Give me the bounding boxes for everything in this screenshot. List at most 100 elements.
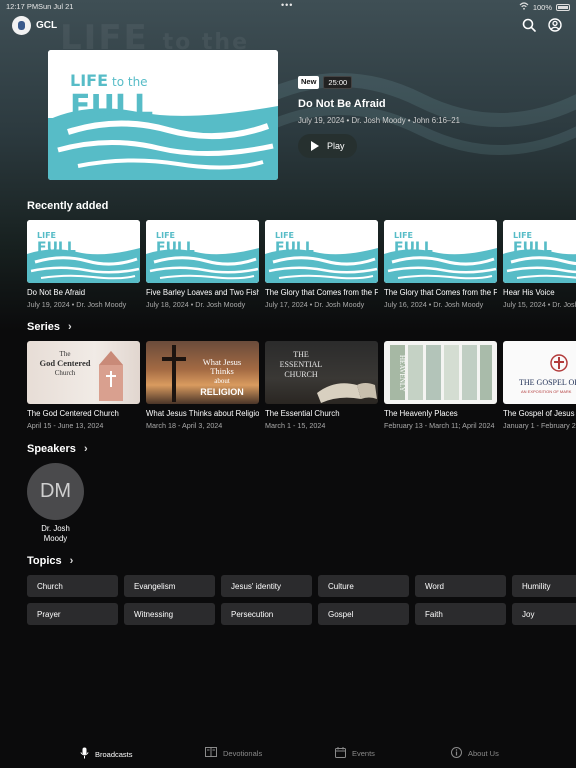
series-card-title: The Essential Church <box>265 409 340 418</box>
play-icon <box>311 141 319 151</box>
app-title: GCL <box>36 20 58 31</box>
series-card-title: What Jesus Thinks about Religion <box>146 409 259 418</box>
tab-label: About Us <box>468 749 499 758</box>
series-card-title: The Gospel of Jesus Christ <box>503 409 576 418</box>
series-card-meta: March 18 - April 3, 2024 <box>146 421 223 430</box>
topic-chip[interactable]: Witnessing <box>124 603 215 625</box>
recently-added-heading: Recently added <box>27 200 108 212</box>
topics-heading[interactable]: Topics › <box>27 555 73 567</box>
recently-added-title: Recently added <box>27 200 109 212</box>
thumb-art-text: LIFE <box>394 231 413 240</box>
hero-art-to-the: to the <box>112 75 148 89</box>
topic-chip[interactable]: Church <box>27 575 118 597</box>
recent-card-meta: July 16, 2024 • Dr. Josh Moody <box>384 300 484 309</box>
hero-art-life: LIFE <box>70 71 108 90</box>
thumb-art-text: FULL <box>394 240 433 256</box>
speakers-heading[interactable]: Speakers › <box>27 443 88 455</box>
tab-broadcasts[interactable]: Broadcasts <box>80 747 133 761</box>
recent-card-title: Hear His Voice <box>503 288 555 297</box>
topics-grid: Church Evangelism Jesus' identity Cultur… <box>27 575 576 631</box>
hero-meta: July 19, 2024 • Dr. Josh Moody • John 6:… <box>298 116 460 125</box>
wifi-icon <box>519 2 529 12</box>
series-title: Series <box>27 321 61 333</box>
topic-chip[interactable]: Word <box>415 575 506 597</box>
tab-about-us[interactable]: About Us <box>451 747 499 760</box>
series-thumbnail: HEAVENLY <box>384 341 497 404</box>
tab-label: Devotionals <box>223 748 263 758</box>
play-label: Play <box>327 141 345 151</box>
recent-thumbnail: LIFE FULL <box>27 220 140 283</box>
status-bar: 12:17 PM Sun Jul 21 ••• 100% <box>0 0 576 12</box>
recent-card[interactable]: LIFE FULL Do Not Be Afraid July 19, 2024 … <box>27 220 140 309</box>
recent-card-title: Five Barley Loaves and Two Fish <box>146 288 259 297</box>
series-art-text: THE <box>293 350 309 359</box>
thumb-art-text: LIFE <box>513 231 532 240</box>
recent-card[interactable]: LIFE FULL Hear His Voice July 15, 2024 • … <box>503 220 576 309</box>
recent-thumbnail: LIFE FULL <box>265 220 378 283</box>
multitasking-dots-icon[interactable]: ••• <box>281 0 293 10</box>
series-card[interactable]: THE GOSPEL OF AN EXPOSITION OF MARK The … <box>503 341 576 430</box>
topic-chip[interactable]: Jesus' identity <box>221 575 312 597</box>
series-card-meta: January 1 - February 2024 <box>503 421 576 430</box>
series-card[interactable]: HEAVENLY The Heavenly Places February 13… <box>384 341 497 430</box>
speakers-title: Speakers <box>27 443 76 455</box>
recent-card-title: The Glory that Comes from the Father <box>384 288 497 297</box>
hero-art-full: FULL <box>70 89 153 124</box>
topic-chip[interactable]: Gospel <box>318 603 409 625</box>
series-thumbnail: What Jesus Thinks about RELIGION <box>146 341 259 404</box>
new-badge: New <box>298 76 320 89</box>
recent-card[interactable]: LIFE FULL Five Barley Loaves and Two Fish… <box>146 220 259 309</box>
topic-chip[interactable]: Persecution <box>221 603 312 625</box>
tab-events[interactable]: Events <box>335 747 375 760</box>
recent-card[interactable]: LIFE FULL The Glory that Comes from the F… <box>265 220 378 309</box>
thumb-art-text: FULL <box>275 240 314 256</box>
status-time: 12:17 PM <box>6 2 39 11</box>
series-card[interactable]: The God Centered Church The God Centered… <box>27 341 140 430</box>
topic-chip[interactable]: Evangelism <box>124 575 215 597</box>
series-thumbnail: THE ESSENTIAL CHURCH <box>265 341 378 404</box>
chevron-right-icon: › <box>68 321 72 333</box>
topic-chip[interactable]: Culture <box>318 575 409 597</box>
series-card-meta: March 1 - 15, 2024 <box>265 421 326 430</box>
topic-chip[interactable]: Joy <box>512 603 576 625</box>
series-card-meta: February 13 - March 11; April 2024 <box>384 421 495 430</box>
book-icon <box>205 747 217 759</box>
play-button[interactable]: Play <box>298 134 357 158</box>
app-logo[interactable] <box>12 16 31 35</box>
series-heading[interactable]: Series › <box>27 321 72 333</box>
series-card[interactable]: What Jesus Thinks about RELIGION What Je… <box>146 341 259 430</box>
status-date: Sun Jul 21 <box>38 2 74 11</box>
chevron-right-icon: › <box>69 555 74 567</box>
series-thumbnail: The God Centered Church <box>27 341 140 404</box>
speaker-card[interactable]: DM Dr. Josh Moody <box>27 463 84 544</box>
recent-card-title: Do Not Be Afraid <box>27 288 86 297</box>
series-thumbnail: THE GOSPEL OF AN EXPOSITION OF MARK <box>503 341 576 404</box>
series-art-text: ESSENTIAL <box>280 360 323 369</box>
topic-chip[interactable]: Prayer <box>27 603 118 625</box>
series-card[interactable]: THE ESSENTIAL CHURCH The Essential Churc… <box>265 341 378 430</box>
chevron-right-icon: › <box>83 443 88 455</box>
tab-bar: Broadcasts Devotionals Events About Us <box>0 742 576 768</box>
hero-artwork[interactable]: LIFE to the FULL <box>48 50 278 180</box>
avatar: DM <box>27 463 84 520</box>
recent-card-meta: July 15, 2024 • Dr. Josh Moody <box>503 300 576 309</box>
topic-chip[interactable]: Faith <box>415 603 506 625</box>
topic-chip[interactable]: Humility <box>512 575 576 597</box>
thumb-art-text: LIFE <box>156 231 175 240</box>
series-row: The God Centered Church The God Centered… <box>27 341 576 430</box>
search-icon[interactable] <box>522 18 536 37</box>
hero-title[interactable]: Do Not Be Afraid <box>298 98 460 110</box>
recent-thumbnail: LIFE FULL <box>146 220 259 283</box>
series-art-text: God Centered <box>39 358 90 368</box>
battery-percent: 100% <box>532 2 552 12</box>
speaker-name-line: Moody <box>43 534 68 543</box>
series-card-title: The Heavenly Places <box>384 409 458 418</box>
recent-card[interactable]: LIFE FULL The Glory that Comes from the F… <box>384 220 497 309</box>
series-art-text: Thinks <box>210 366 234 376</box>
thumb-art-text: LIFE <box>275 231 294 240</box>
tab-devotionals[interactable]: Devotionals <box>205 747 262 759</box>
account-icon[interactable] <box>548 18 562 37</box>
speaker-name-line: Dr. Josh <box>41 524 70 533</box>
series-art-text: THE GOSPEL OF <box>519 378 576 387</box>
thumb-art-text: FULL <box>513 240 552 256</box>
